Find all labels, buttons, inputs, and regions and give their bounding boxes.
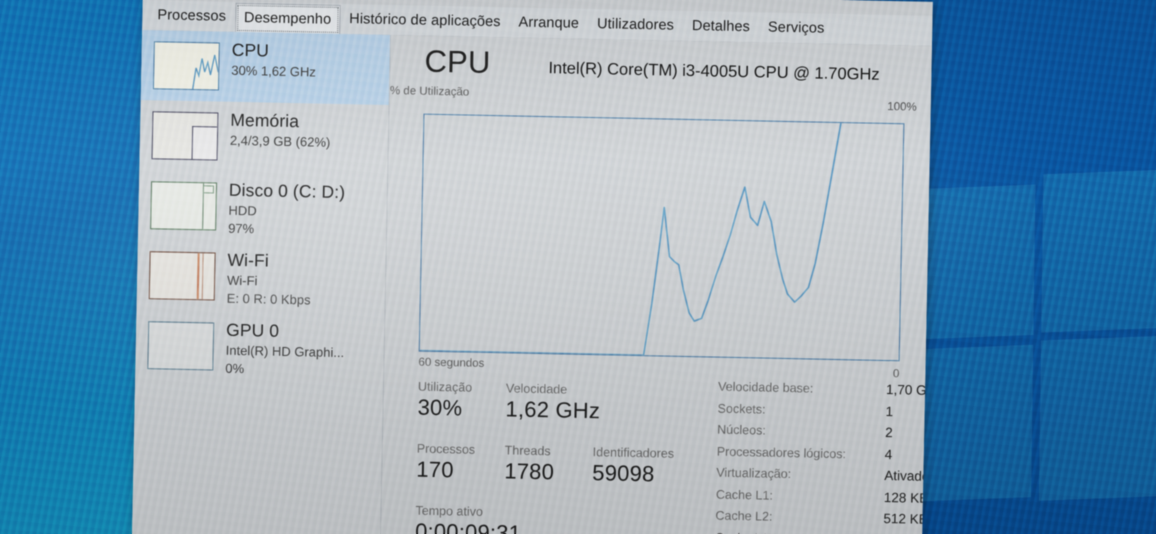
sidebar-gpu-model: Intel(R) HD Graphi... xyxy=(225,342,345,360)
sidebar-wifi-throughput: E: 0 R: 0 Kbps xyxy=(226,290,311,308)
tab-arranque[interactable]: Arranque xyxy=(509,7,588,39)
panel-header: CPU Intel(R) Core(TM) i3-4005U CPU @ 1.7… xyxy=(424,44,922,110)
sidebar-cpu-title: CPU xyxy=(231,39,270,61)
tab-servicos[interactable]: Serviços xyxy=(759,12,834,44)
windows-logo-watermark-icon xyxy=(903,169,1156,534)
tab-detalhes[interactable]: Detalhes xyxy=(683,10,760,42)
sidebar-cpu-stats: 30% 1,62 GHz xyxy=(231,62,317,80)
spec-value: 2 xyxy=(885,424,893,441)
sidebar-gpu-usage: 0% xyxy=(225,360,245,376)
tab-historico[interactable]: Histórico de aplicações xyxy=(340,3,510,37)
cpu-stats: Utilização 30% Velocidade 1,62 GHz Proce… xyxy=(415,380,933,534)
cpu-thumbnail-icon xyxy=(152,41,220,91)
sidebar-item-gpu[interactable]: GPU 0 Intel(R) HD Graphi... 0% xyxy=(135,310,384,385)
sidebar-item-disco[interactable]: Disco 0 (C: D:) HDD 97% xyxy=(138,170,387,245)
sidebar-disco-usage: 97% xyxy=(228,220,255,237)
sidebar-disco-type: HDD xyxy=(228,202,257,218)
sidebar-item-wifi[interactable]: Wi-Fi Wi-Fi E: 0 R: 0 Kbps xyxy=(136,240,385,315)
resource-sidebar: CPU 30% 1,62 GHz Memória 2,4/3,9 GB (62%… xyxy=(131,29,392,534)
sidebar-wifi-title: Wi-Fi xyxy=(227,249,270,271)
task-manager-window: Processos Desempenho Histórico de aplica… xyxy=(131,0,933,534)
graph-x-left-label: 60 segundos xyxy=(418,356,485,370)
tab-desempenho[interactable]: Desempenho xyxy=(234,2,341,35)
sidebar-wifi-adapter: Wi-Fi xyxy=(226,272,258,288)
stat-velocidade-value: 1,62 GHz xyxy=(505,396,601,424)
spec-key: Velocidade base: xyxy=(717,379,814,396)
spec-key: Cache L1: xyxy=(715,487,774,503)
sidebar-memoria-title: Memória xyxy=(230,109,300,132)
disk-thumbnail-icon xyxy=(150,181,218,231)
memory-thumbnail-icon xyxy=(151,111,219,161)
spec-key: Sockets: xyxy=(717,401,766,417)
spec-value: 1 xyxy=(885,403,894,419)
tab-utilizadores[interactable]: Utilizadores xyxy=(588,8,684,40)
graph-x-right-label: 0 xyxy=(892,368,900,381)
page-title: CPU xyxy=(424,43,491,80)
sidebar-item-memoria[interactable]: Memória 2,4/3,9 GB (62%) xyxy=(139,100,388,175)
stat-velocidade: Velocidade 1,62 GHz xyxy=(505,381,666,424)
tab-processos[interactable]: Processos xyxy=(148,0,235,32)
spec-value: 512 KB xyxy=(883,510,928,527)
spec-key: Cache L2: xyxy=(715,508,773,524)
sidebar-gpu-title: GPU 0 xyxy=(225,319,280,341)
spec-value: 4 xyxy=(884,446,893,462)
sidebar-disco-title: Disco 0 (C: D:) xyxy=(228,179,346,203)
stat-tempo-ativo: Tempo ativo 0:00:09:31 xyxy=(415,504,636,534)
spec-key: Processadores lógicos: xyxy=(716,444,847,461)
gpu-thumbnail-icon xyxy=(147,321,215,371)
spec-key: Núcleos: xyxy=(717,422,766,438)
cpu-detail-panel: CPU Intel(R) Core(TM) i3-4005U CPU @ 1.7… xyxy=(380,34,933,534)
spec-value: Ativado xyxy=(884,467,930,484)
graph-y-max-label: 100% xyxy=(887,100,917,114)
graph-y-axis-label: % de Utilização xyxy=(389,84,470,99)
cpu-spec-table: Velocidade base: 1,70 G... Sockets: 1 Nú… xyxy=(715,379,933,534)
spec-key: Virtualização: xyxy=(716,465,792,482)
cpu-graph-line xyxy=(419,122,842,356)
wifi-thumbnail-icon xyxy=(148,251,216,301)
screenshot-stage: Processos Desempenho Histórico de aplica… xyxy=(0,0,1156,534)
spec-value: 128 KB xyxy=(883,489,929,506)
window-content: CPU 30% 1,62 GHz Memória 2,4/3,9 GB (62%… xyxy=(131,29,933,534)
sidebar-item-cpu[interactable]: CPU 30% 1,62 GHz xyxy=(140,29,391,105)
sidebar-memoria-stats: 2,4/3,9 GB (62%) xyxy=(229,132,331,150)
cpu-model-label: Intel(R) Core(TM) i3-4005U CPU @ 1.70GHz xyxy=(548,59,880,84)
cpu-utilization-graph[interactable] xyxy=(418,113,905,362)
